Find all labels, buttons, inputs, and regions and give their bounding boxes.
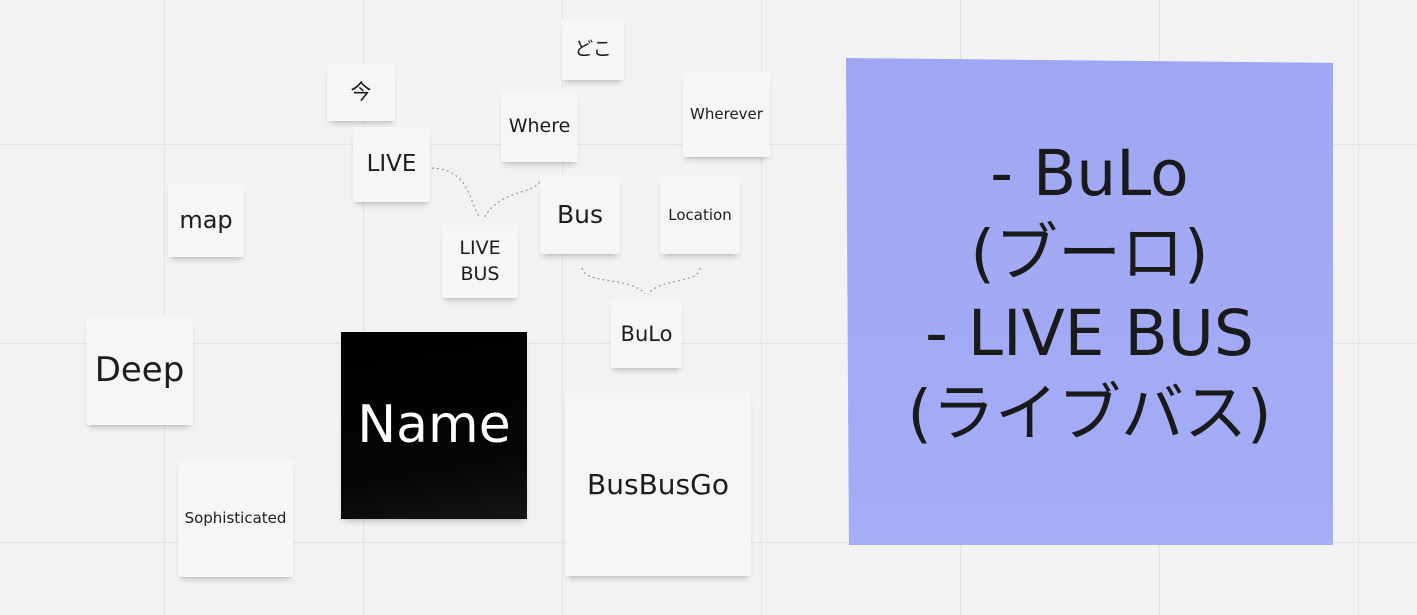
sticky-note-text: Name	[357, 395, 511, 456]
sticky-note-map[interactable]: map	[168, 184, 244, 257]
sticky-note-sophisticated[interactable]: Sophisticated	[178, 460, 293, 577]
sticky-note-live-bus[interactable]: LIVE BUS	[442, 225, 518, 298]
connector-location-to-bulo	[647, 267, 701, 295]
connector-live-to-livebus	[431, 167, 481, 219]
sticky-note-ima[interactable]: 今	[327, 64, 395, 121]
sticky-note-text: - BuLo (ブーロ) - LIVE BUS (ライブバス)	[907, 136, 1272, 450]
sticky-note-name[interactable]: Name	[341, 332, 527, 519]
sticky-note-text: BuLo	[620, 321, 673, 346]
sticky-note-text: Bus	[556, 200, 604, 230]
sticky-note-location[interactable]: Location	[660, 176, 740, 254]
sticky-note-live[interactable]: LIVE	[353, 127, 430, 202]
sticky-note-text: LIVE BUS	[459, 236, 501, 285]
sticky-note-where[interactable]: Where	[501, 91, 578, 162]
sticky-note-wherever[interactable]: Wherever	[683, 72, 770, 157]
sticky-note-bus[interactable]: Bus	[540, 176, 620, 254]
sticky-note-deep[interactable]: Deep	[86, 317, 193, 425]
sticky-note-text: どこ	[574, 38, 612, 61]
sticky-note-text: 今	[350, 80, 372, 105]
sticky-note-text: map	[179, 206, 233, 235]
sticky-note-text: Location	[668, 205, 732, 224]
sticky-note-summary[interactable]: - BuLo (ブーロ) - LIVE BUS (ライブバス)	[846, 58, 1333, 545]
connector-bus-to-livebus	[483, 181, 541, 219]
sticky-note-text: Where	[508, 114, 571, 137]
sticky-note-text: BusBusGo	[587, 467, 729, 501]
whiteboard-canvas[interactable]: どこ 今 Where Wherever LIVE map Bus Locatio…	[0, 0, 1417, 615]
sticky-note-doko[interactable]: どこ	[562, 20, 624, 80]
sticky-note-text: Sophisticated	[184, 509, 287, 528]
sticky-note-text: LIVE	[366, 150, 417, 177]
sticky-note-busbusgo[interactable]: BusBusGo	[565, 393, 751, 576]
sticky-note-text: Wherever	[690, 105, 763, 124]
sticky-note-text: Deep	[94, 350, 185, 391]
connector-bus-to-bulo	[581, 267, 646, 295]
sticky-note-bulo[interactable]: BuLo	[611, 300, 682, 368]
